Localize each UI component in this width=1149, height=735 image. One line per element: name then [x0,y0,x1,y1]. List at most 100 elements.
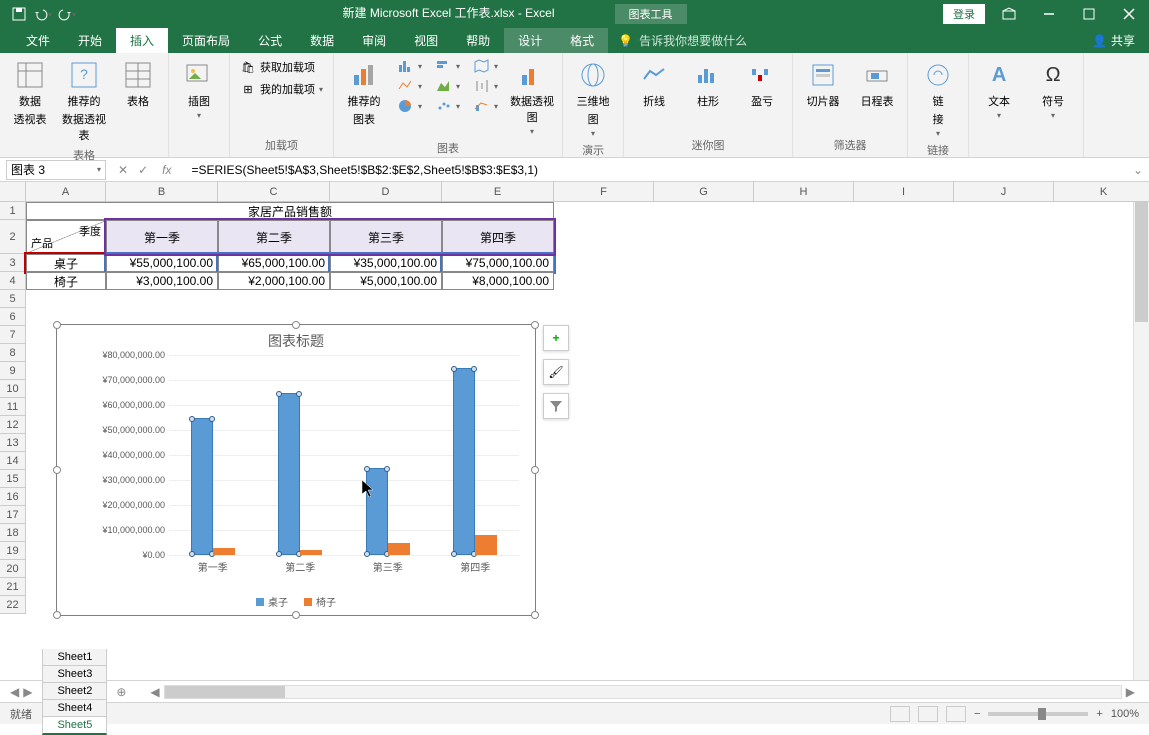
timeline-button[interactable]: 日程表 [853,57,901,111]
chart-pie-icon[interactable]: ▾ [394,97,426,115]
minimize-icon[interactable] [1029,0,1069,28]
pivot-chart-button[interactable]: 数据透视图▾ [508,57,556,138]
formula-input[interactable] [185,160,1126,180]
tab-formulas[interactable]: 公式 [244,28,296,53]
resize-handle[interactable] [53,466,61,474]
pivot-table-button[interactable]: 数据透视表 [6,57,54,129]
row-header[interactable]: 13 [0,434,26,452]
row-header[interactable]: 15 [0,470,26,488]
bar-series-1[interactable] [475,535,497,555]
sparkline-column-button[interactable]: 柱形 [684,57,732,111]
sheet-tab[interactable]: Sheet4 [42,700,107,717]
data-cell[interactable]: ¥35,000,100.00 [330,254,442,272]
chart-map-icon[interactable]: ▾ [470,57,502,75]
resize-handle[interactable] [53,321,61,329]
data-cell[interactable]: ¥65,000,100.00 [218,254,330,272]
sparkline-winloss-button[interactable]: 盈亏 [738,57,786,111]
accept-formula-icon[interactable]: ✓ [138,163,148,177]
chart-object[interactable]: 图表标题 ¥0.00¥10,000,000.00¥20,000,000.00¥3… [56,324,536,616]
chart-plot-area[interactable]: ¥0.00¥10,000,000.00¥20,000,000.00¥30,000… [169,355,519,555]
col-header[interactable]: K [1054,182,1149,202]
col-header[interactable]: J [954,182,1054,202]
row-header[interactable]: 10 [0,380,26,398]
3d-map-button[interactable]: 三维地图▾ [569,57,617,140]
row-header[interactable]: 4 [0,272,26,290]
view-layout-icon[interactable] [918,706,938,722]
tab-help[interactable]: 帮助 [452,28,504,53]
tab-nav-next-icon[interactable]: ▶ [23,685,32,699]
row-header[interactable]: 7 [0,326,26,344]
row-header[interactable]: 21 [0,578,26,596]
tab-review[interactable]: 审阅 [348,28,400,53]
tab-data[interactable]: 数据 [296,28,348,53]
view-break-icon[interactable] [946,706,966,722]
row-header[interactable]: 14 [0,452,26,470]
tell-me-search[interactable]: 💡告诉我你想要做什么 [608,28,757,53]
chart-styles-icon[interactable]: 🖌 [543,359,569,385]
row-header[interactable]: 11 [0,398,26,416]
row-header[interactable]: 8 [0,344,26,362]
chart-scatter-icon[interactable]: ▾ [432,97,464,115]
resize-handle[interactable] [531,466,539,474]
row-label[interactable]: 桌子 [26,254,106,272]
cancel-formula-icon[interactable]: ✕ [118,163,128,177]
tab-insert[interactable]: 插入 [116,28,168,53]
col-header[interactable]: H [754,182,854,202]
bar-series-0[interactable] [191,418,213,556]
bar-series-1[interactable] [388,543,410,556]
col-header[interactable]: A [26,182,106,202]
data-cell[interactable]: ¥3,000,100.00 [106,272,218,290]
tab-nav-prev-icon[interactable]: ◀ [10,685,19,699]
recommended-pivot-button[interactable]: ?推荐的数据透视表 [60,57,108,145]
tab-layout[interactable]: 页面布局 [168,28,244,53]
table-header[interactable]: 第三季 [330,220,442,254]
sparkline-line-button[interactable]: 折线 [630,57,678,111]
data-cell[interactable]: ¥75,000,100.00 [442,254,554,272]
tab-home[interactable]: 开始 [64,28,116,53]
row-label[interactable]: 椅子 [26,272,106,290]
row-header[interactable]: 1 [0,202,26,220]
ribbon-options-icon[interactable] [989,0,1029,28]
row-header[interactable]: 18 [0,524,26,542]
undo-icon[interactable]: ▾ [32,3,54,25]
resize-handle[interactable] [292,321,300,329]
chart-legend[interactable]: 桌子 椅子 [57,594,535,609]
row-header[interactable]: 9 [0,362,26,380]
col-header[interactable]: E [442,182,554,202]
get-addins-button[interactable]: 🛍获取加载项 [236,57,327,77]
row-header[interactable]: 12 [0,416,26,434]
crosshead-cell[interactable]: 季度 产品 [26,220,106,254]
table-header[interactable]: 第四季 [442,220,554,254]
col-header[interactable]: C [218,182,330,202]
illustrations-button[interactable]: 插图▾ [175,57,223,122]
data-cell[interactable]: ¥5,000,100.00 [330,272,442,290]
bar-series-1[interactable] [213,548,235,556]
resize-handle[interactable] [292,611,300,619]
row-header[interactable]: 17 [0,506,26,524]
recommended-charts-button[interactable]: 推荐的图表 [340,57,388,129]
maximize-icon[interactable] [1069,0,1109,28]
chart-combo-icon[interactable]: ▾ [470,97,502,115]
data-cell[interactable]: ¥55,000,100.00 [106,254,218,272]
col-header[interactable]: B [106,182,218,202]
save-icon[interactable] [8,3,30,25]
col-header[interactable]: D [330,182,442,202]
chart-hbar-icon[interactable]: ▾ [432,57,464,75]
expand-formula-icon[interactable]: ⌄ [1127,163,1149,177]
view-normal-icon[interactable] [890,706,910,722]
row-header[interactable]: 20 [0,560,26,578]
zoom-in-button[interactable]: + [1096,708,1102,720]
row-header[interactable]: 19 [0,542,26,560]
table-header[interactable]: 第一季 [106,220,218,254]
tab-file[interactable]: 文件 [12,28,64,53]
table-title[interactable]: 家居产品销售额 [26,202,554,220]
chart-line-icon[interactable]: ▾ [394,77,426,95]
row-header[interactable]: 16 [0,488,26,506]
row-header[interactable]: 2 [0,220,26,254]
data-cell[interactable]: ¥2,000,100.00 [218,272,330,290]
vertical-scrollbar[interactable] [1133,202,1149,680]
row-header[interactable]: 5 [0,290,26,308]
data-cell[interactable]: ¥8,000,100.00 [442,272,554,290]
row-header[interactable]: 6 [0,308,26,326]
zoom-slider[interactable] [988,712,1088,716]
